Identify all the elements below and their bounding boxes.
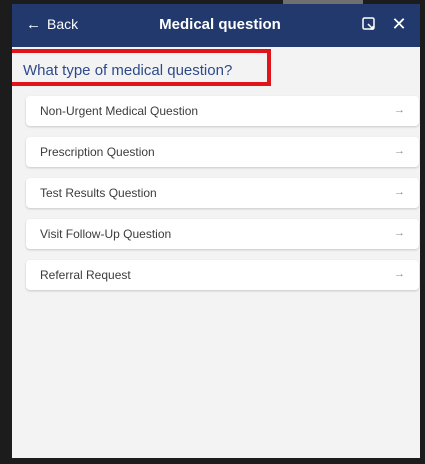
arrow-right-icon: →	[394, 186, 405, 198]
window-frame-right	[420, 0, 425, 464]
panel-header: ← Back Medical question ✕	[12, 4, 420, 47]
back-button[interactable]: ← Back	[26, 13, 78, 35]
option-referral-request[interactable]: Referral Request →	[26, 260, 419, 290]
option-label: Test Results Question	[40, 186, 157, 200]
option-label: Non-Urgent Medical Question	[40, 104, 199, 118]
arrow-left-icon: ←	[26, 15, 41, 33]
arrow-right-icon: →	[394, 227, 405, 239]
window-frame-left	[0, 0, 12, 464]
question-type-list: Non-Urgent Medical Question → Prescripti…	[26, 96, 419, 301]
question-heading: What type of medical question?	[23, 62, 233, 79]
close-button[interactable]: ✕	[388, 12, 410, 36]
arrow-right-icon: →	[394, 268, 405, 280]
option-label: Prescription Question	[40, 145, 155, 159]
option-test-results-question[interactable]: Test Results Question →	[26, 178, 419, 208]
close-icon: ✕	[391, 14, 407, 34]
option-non-urgent-medical-question[interactable]: Non-Urgent Medical Question →	[26, 96, 419, 126]
option-visit-follow-up-question[interactable]: Visit Follow-Up Question →	[26, 219, 419, 249]
option-label: Visit Follow-Up Question	[40, 227, 172, 241]
arrow-right-icon: →	[394, 104, 405, 116]
window-frame-bottom	[0, 458, 425, 464]
option-prescription-question[interactable]: Prescription Question →	[26, 137, 419, 167]
medical-question-panel: ← Back Medical question ✕ What type of m…	[12, 4, 420, 458]
popout-button[interactable]	[361, 16, 377, 32]
option-label: Referral Request	[40, 268, 131, 282]
arrow-right-icon: →	[394, 145, 405, 157]
popout-icon	[362, 17, 375, 30]
panel-title-text: Medical question	[159, 16, 281, 33]
back-label: Back	[47, 16, 79, 32]
